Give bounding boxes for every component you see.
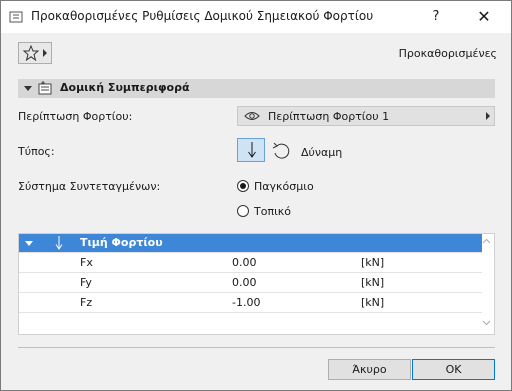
row-name: Fx <box>80 256 93 269</box>
radio-global[interactable] <box>237 180 249 192</box>
cancel-button[interactable]: Άκυρο <box>328 359 411 380</box>
moment-icon[interactable] <box>271 141 291 161</box>
force-type-button[interactable] <box>237 138 265 162</box>
footer-divider <box>18 347 495 348</box>
defaults-label: Προκαθορισμένες <box>398 47 497 60</box>
force-arrow-icon <box>248 142 256 158</box>
row-name: Fy <box>80 276 92 289</box>
table-header-label: Τιμή Φορτίου <box>80 236 163 249</box>
star-icon <box>23 45 39 61</box>
caret-right-icon <box>43 49 47 57</box>
window-title: Προκαθορισμένες Ρυθμίσεις Δομικού Σημεια… <box>31 9 374 23</box>
dialog-window: Προκαθορισμένες Ρυθμίσεις Δομικού Σημεια… <box>0 0 512 391</box>
row-value[interactable]: -1.00 <box>232 296 260 309</box>
row-unit: [kN] <box>361 256 385 269</box>
section-title: Δομική Συμπεριφορά <box>60 81 190 94</box>
collapse-triangle-icon <box>25 241 33 246</box>
caret-right-icon <box>486 112 490 120</box>
row-name: Fz <box>80 296 93 309</box>
scroll-down-icon[interactable] <box>482 320 491 326</box>
section-header-structural-behavior[interactable]: Δομική Συμπεριφορά <box>18 79 495 98</box>
load-case-value: Περίπτωση Φορτίου 1 <box>268 110 390 123</box>
row-value[interactable]: 0.00 <box>232 276 257 289</box>
favorites-button[interactable] <box>18 42 52 64</box>
eye-icon <box>244 112 260 120</box>
table-row[interactable]: Fx 0.00 [kN] <box>19 252 482 272</box>
row-value[interactable]: 0.00 <box>232 256 257 269</box>
load-case-select[interactable]: Περίπτωση Φορτίου 1 <box>237 106 495 126</box>
load-value-table: Τιμή Φορτίου Fx 0.00 [kN] Fy 0.00 [kN] F… <box>18 233 495 335</box>
title-bar: Προκαθορισμένες Ρυθμίσεις Δομικού Σημεια… <box>1 1 511 33</box>
table-row[interactable]: Fy 0.00 [kN] <box>19 272 482 292</box>
coordinate-system-label: Σύστημα Συντεταγμένων: <box>18 180 161 193</box>
type-value: Δύναμη <box>301 146 343 159</box>
collapse-triangle-icon <box>24 86 32 91</box>
type-label: Τύπος: <box>18 145 55 158</box>
force-arrow-icon <box>55 236 63 250</box>
structural-section-icon <box>38 81 52 95</box>
row-unit: [kN] <box>361 296 385 309</box>
radio-local[interactable] <box>237 205 249 217</box>
ok-button[interactable]: OK <box>412 359 495 380</box>
table-header[interactable]: Τιμή Φορτίου <box>19 234 482 252</box>
close-button[interactable]: ✕ <box>469 5 499 29</box>
radio-local-label: Τοπικό <box>254 205 292 218</box>
scroll-up-icon[interactable] <box>482 238 491 244</box>
load-case-label: Περίπτωση Φορτίου: <box>18 110 133 123</box>
table-row[interactable]: Fz -1.00 [kN] <box>19 292 482 313</box>
load-settings-icon <box>9 11 23 23</box>
radio-global-label: Παγκόσμιο <box>254 180 314 193</box>
help-button[interactable]: ? <box>421 5 451 29</box>
row-unit: [kN] <box>361 276 385 289</box>
